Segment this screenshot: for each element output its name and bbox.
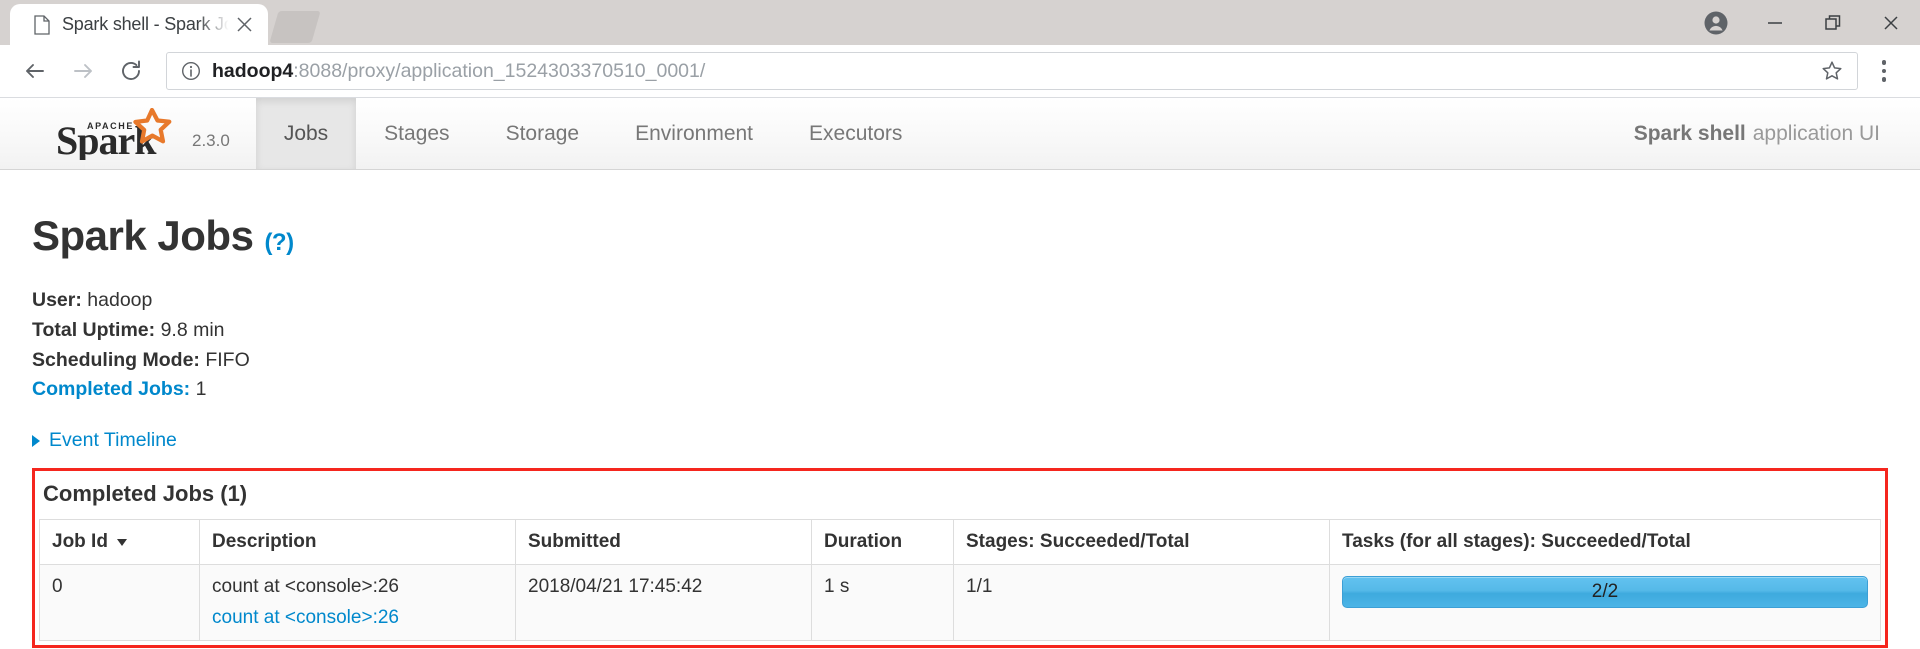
address-bar[interactable]: hadoop4:8088/proxy/application_152430337… [166,52,1858,90]
caret-down-icon [117,539,127,546]
menu-dot [1882,69,1887,74]
completed-jobs-heading: Completed Jobs (1) [43,481,1885,507]
summary-item-total-uptime: Total Uptime: 9.8 min [32,316,1888,346]
three-dots-menu-icon[interactable] [1862,50,1906,92]
cell-description: count at <console>:26 count at <console>… [200,565,516,641]
restore-icon[interactable] [1804,0,1862,45]
application-name: Spark shell [1634,122,1746,146]
application-ui-suffix: application UI [1753,122,1880,146]
tab-environment[interactable]: Environment [607,98,781,169]
menu-dot [1882,77,1887,82]
cell-stages: 1/1 [954,565,1330,641]
column-header-tasks[interactable]: Tasks (for all stages): Succeeded/Total [1330,520,1881,565]
cell-job-id: 0 [40,565,200,641]
tab-title: Spark shell - Spark Jobs [62,14,232,35]
browser-tab[interactable]: Spark shell - Spark Jobs [10,4,268,45]
tab-strip: Spark shell - Spark Jobs [0,0,1920,45]
application-ui-label: Spark shell application UI [1634,98,1920,169]
spark-navbar: Spark APACHE 2.3.0 Jobs Stages Storage E… [0,98,1920,170]
event-timeline-toggle[interactable]: Event Timeline [32,429,177,452]
summary-value: 9.8 min [161,319,225,341]
help-link[interactable]: (?) [264,229,293,257]
table-header-row: Job Id Description Submitted Duration St… [40,520,1881,565]
new-tab-button[interactable] [269,11,320,43]
page-icon [32,15,52,35]
summary-label: Scheduling Mode: [32,349,200,371]
tab-jobs[interactable]: Jobs [256,98,356,169]
caret-right-icon [32,435,40,447]
summary-item-completed-jobs[interactable]: Completed Jobs: 1 [32,375,1888,405]
window-close-icon[interactable] [1862,0,1920,45]
star-icon[interactable] [1817,60,1847,82]
column-label: Job Id [52,531,108,552]
summary-label: Total Uptime: [32,319,155,341]
svg-text:APACHE: APACHE [87,121,134,131]
column-header-description[interactable]: Description [200,520,516,565]
table-body: 0 count at <console>:26 count at <consol… [40,565,1881,641]
description-text: count at <console>:26 [212,576,399,597]
back-arrow-icon[interactable] [14,50,56,92]
profile-avatar-icon[interactable] [1686,0,1746,45]
tab-storage[interactable]: Storage [478,98,608,169]
url-path: :8088/proxy/application_1524303370510_00… [293,60,705,82]
url-display[interactable]: hadoop4:8088/proxy/application_152430337… [212,60,1817,83]
menu-dot [1882,60,1887,65]
completed-jobs-table: Job Id Description Submitted Duration St… [39,519,1881,641]
column-header-job-id[interactable]: Job Id [40,520,200,565]
minimize-icon[interactable] [1746,0,1804,45]
apache-spark-logo: Spark APACHE [56,108,180,160]
page-content: Spark Jobs (?) User: hadoop Total Uptime… [0,212,1920,648]
browser-toolbar: hadoop4:8088/proxy/application_152430337… [0,45,1920,98]
description-link[interactable]: count at <console>:26 [212,607,503,629]
spark-nav-tabs: Jobs Stages Storage Environment Executor… [256,98,931,169]
spark-brand[interactable]: Spark APACHE 2.3.0 [0,98,256,169]
completed-jobs-highlight-box: Completed Jobs (1) Job Id Description Su… [32,468,1888,648]
summary-item-user: User: hadoop [32,286,1888,316]
browser-window: Spark shell - Spark Jobs [0,0,1920,649]
summary-item-scheduling-mode: Scheduling Mode: FIFO [32,346,1888,376]
cell-tasks: 2/2 [1330,565,1881,641]
column-header-duration[interactable]: Duration [812,520,954,565]
cell-duration: 1 s [812,565,954,641]
job-summary-list: User: hadoop Total Uptime: 9.8 min Sched… [32,286,1888,405]
summary-value: hadoop [87,289,152,311]
event-timeline-label: Event Timeline [49,429,177,452]
tab-stages[interactable]: Stages [356,98,477,169]
summary-label-link[interactable]: Completed Jobs: [32,378,190,400]
forward-arrow-icon [62,50,104,92]
spark-version: 2.3.0 [192,117,230,151]
tasks-progress-label: 2/2 [1343,577,1867,607]
cell-submitted: 2018/04/21 17:45:42 [516,565,812,641]
summary-value: FIFO [205,349,249,371]
page-title: Spark Jobs (?) [32,212,1888,260]
reload-icon[interactable] [110,50,152,92]
tab-executors[interactable]: Executors [781,98,930,169]
url-host: hadoop4 [212,60,293,82]
table-header: Job Id Description Submitted Duration St… [40,520,1881,565]
summary-value: 1 [196,378,207,400]
tasks-progress-bar: 2/2 [1342,576,1868,608]
summary-label: User: [32,289,82,311]
page-title-text: Spark Jobs [32,212,253,260]
table-row: 0 count at <console>:26 count at <consol… [40,565,1881,641]
column-header-stages[interactable]: Stages: Succeeded/Total [954,520,1330,565]
info-circle-icon[interactable] [181,61,201,81]
spark-ui-page: Spark APACHE 2.3.0 Jobs Stages Storage E… [0,98,1920,649]
close-icon[interactable] [232,13,256,37]
column-header-submitted[interactable]: Submitted [516,520,812,565]
window-controls [1686,0,1920,45]
